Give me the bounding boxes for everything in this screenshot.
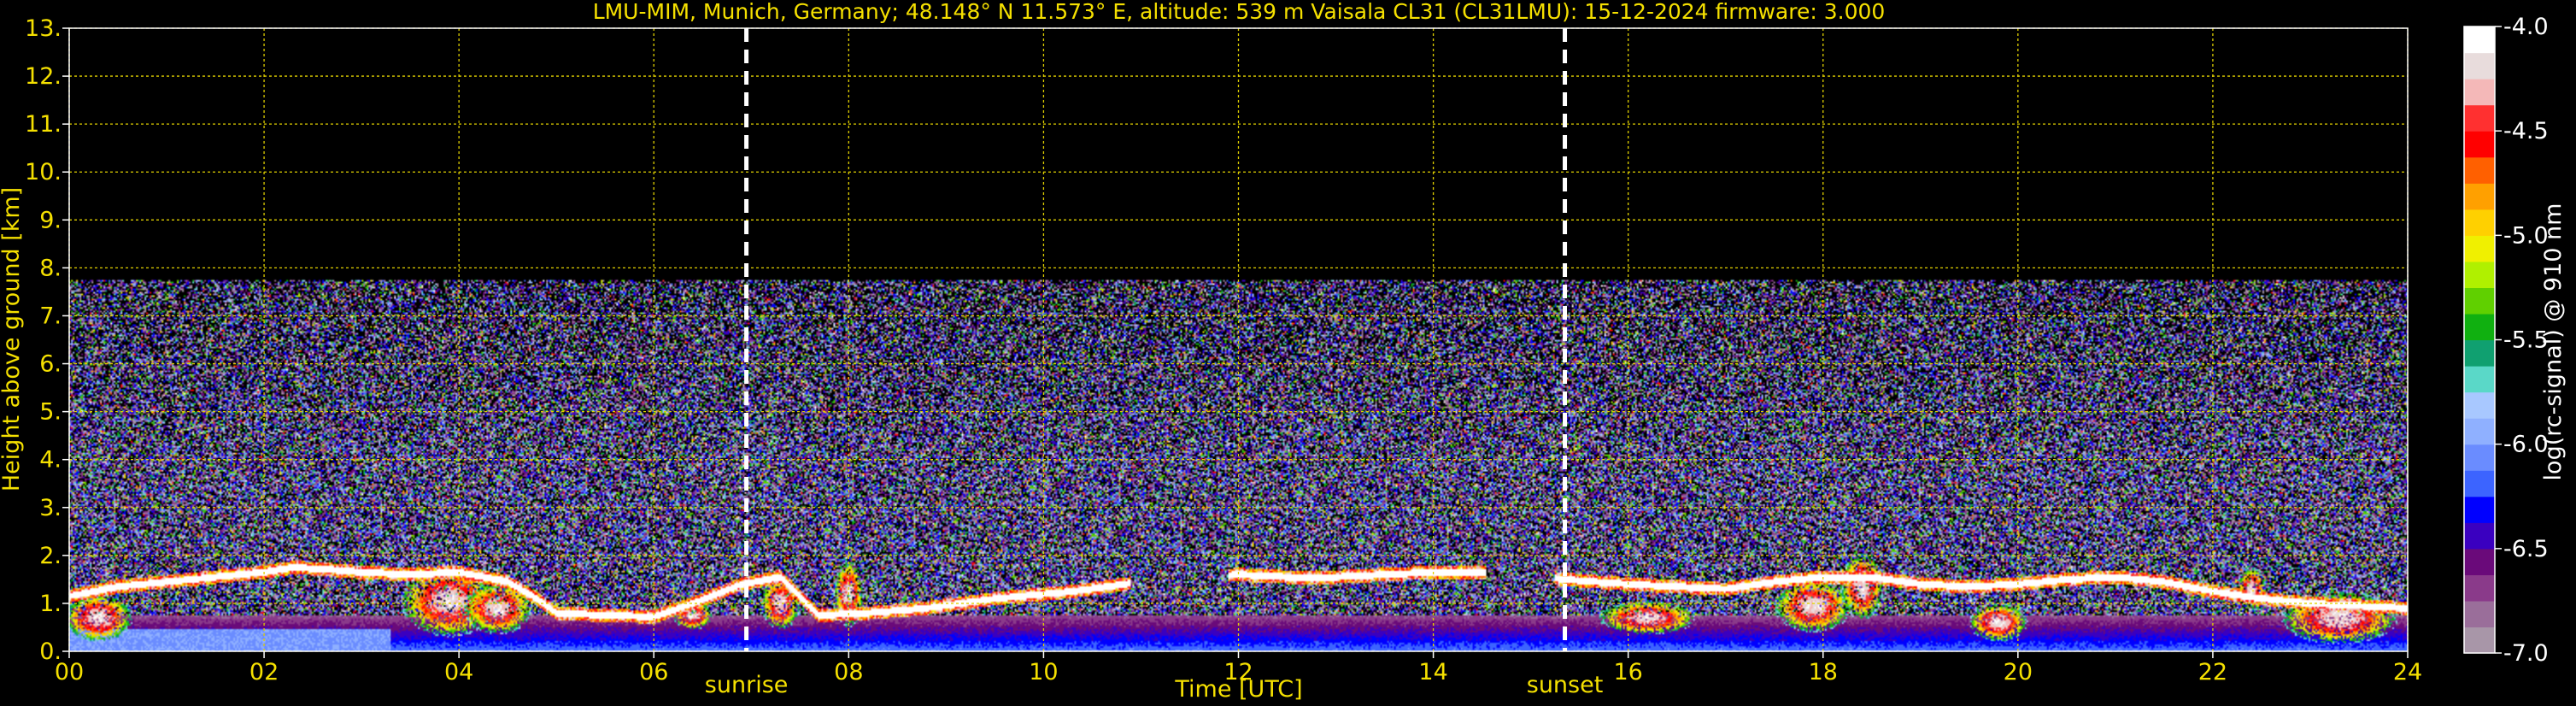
x-axis-label: Time [UTC] [1174, 676, 1302, 703]
y-tick-label: 4. [39, 447, 62, 474]
colorbar-segment [2464, 444, 2495, 471]
colorbar-segment [2464, 26, 2495, 54]
colorbar-segment [2464, 548, 2495, 575]
colorbar-label: log(rc-signal) @ 910 nm [2540, 203, 2567, 481]
y-tick-label: 6. [39, 351, 62, 378]
y-tick-label: 7. [39, 303, 62, 329]
colorbar-segment [2464, 156, 2495, 184]
colorbar-segment [2464, 183, 2495, 210]
y-tick-label: 5. [39, 399, 62, 426]
y-tick-label: 8. [39, 255, 62, 281]
y-tick-label: 2. [39, 543, 62, 569]
colorbar-segment [2464, 391, 2495, 419]
x-tick-label: 08 [834, 659, 863, 685]
colorbar-segment [2464, 261, 2495, 289]
colorbar-segment [2464, 496, 2495, 523]
x-tick-label: 24 [2393, 659, 2422, 685]
y-tick-label: 9. [39, 207, 62, 233]
ceilometer-chart: LMU-MIM, Munich, Germany; 48.148° N 11.5… [0, 0, 2576, 706]
colorbar-segment [2464, 522, 2495, 550]
colorbar-segment [2464, 418, 2495, 445]
sunrise-label: sunrise [705, 672, 789, 698]
y-axis-label: Height above ground [km] [0, 187, 25, 491]
colorbar-segment [2464, 339, 2495, 367]
y-tick-label: 13. [25, 15, 62, 42]
colorbar-segment [2464, 313, 2495, 341]
x-tick-label: 16 [1613, 659, 1642, 685]
colorbar-segment [2464, 104, 2495, 132]
x-tick-label: 02 [249, 659, 279, 685]
x-tick-label: 04 [444, 659, 473, 685]
colorbar-segment [2464, 574, 2495, 602]
colorbar-segment [2464, 52, 2495, 79]
sunset-label: sunset [1527, 672, 1604, 698]
colorbar-segment [2464, 131, 2495, 158]
colorbar-segment [2464, 627, 2495, 654]
y-tick-label: 11. [25, 111, 62, 138]
colorbar-segment [2464, 366, 2495, 393]
x-tick-label: 18 [1809, 659, 1838, 685]
chart-title: LMU-MIM, Munich, Germany; 48.148° N 11.5… [593, 0, 1886, 24]
y-tick-label: 3. [39, 495, 62, 521]
y-tick-label: 12. [25, 63, 62, 90]
x-tick-label: 10 [1029, 659, 1058, 685]
x-tick-label: 14 [1418, 659, 1447, 685]
y-tick-label: 0. [39, 638, 62, 665]
colorbar-tick-label: -7.0 [2503, 640, 2549, 667]
colorbar-tick-label: -6.5 [2503, 536, 2549, 562]
colorbar-segment [2464, 209, 2495, 236]
colorbar-tick-label: -4.5 [2503, 118, 2549, 144]
colorbar-segment [2464, 287, 2495, 315]
x-tick-label: 20 [2004, 659, 2033, 685]
colorbar-segment [2464, 235, 2495, 262]
x-tick-label: 06 [639, 659, 668, 685]
x-tick-label: 22 [2198, 659, 2227, 685]
colorbar-segment [2464, 79, 2495, 106]
colorbar-segment [2464, 600, 2495, 628]
y-tick-label: 1. [39, 591, 62, 617]
y-tick-label: 10. [25, 159, 62, 185]
colorbar-segment [2464, 470, 2495, 497]
colorbar-tick-label: -4.0 [2503, 14, 2549, 40]
